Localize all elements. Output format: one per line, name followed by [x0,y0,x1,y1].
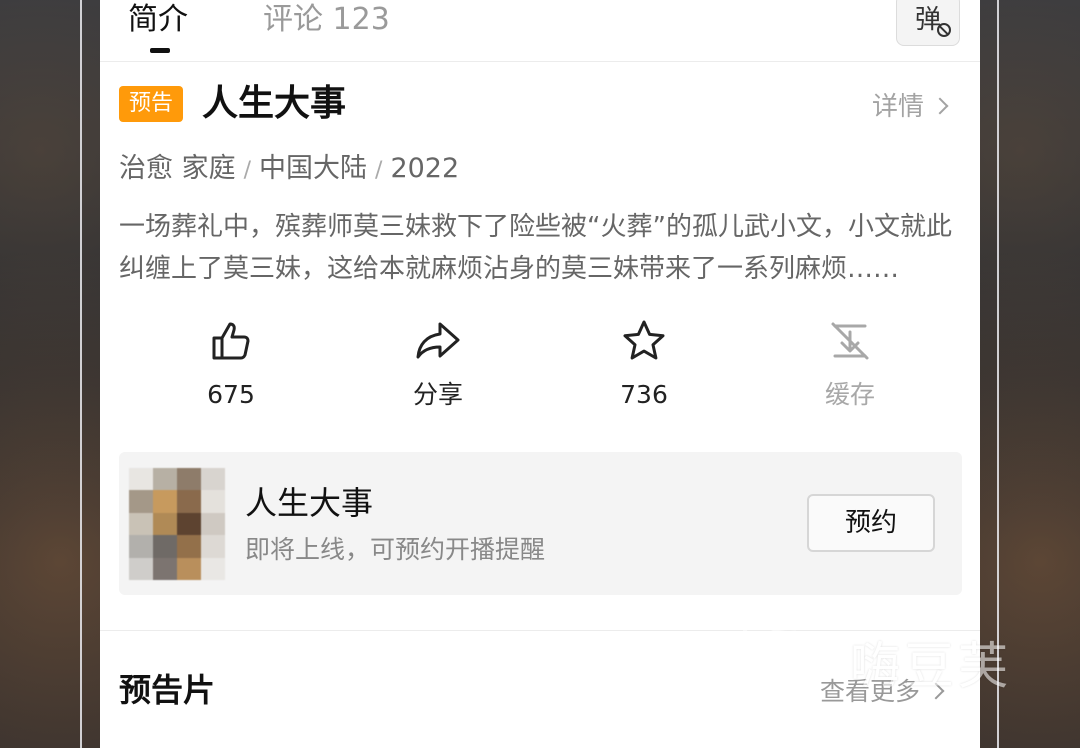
movie-title: 人生大事 [202,83,347,124]
reserve-button[interactable]: 预约 [807,494,935,552]
danmaku-toggle-button[interactable]: 弹 [896,0,960,46]
movie-meta: 治愈 家庭 / 中国大陆 / 2022 [119,150,459,190]
tab-intro[interactable]: 简介 [128,0,188,40]
cache-disabled-icon [831,322,869,360]
synopsis[interactable]: 一场葬礼中，殡葬师莫三妹救下了险些被“火葬”的孤儿武小文，小文就此纠缠上了莫三妹… [119,206,961,290]
genres: 治愈 家庭 [119,153,236,184]
watermark-logo-icon [742,609,821,707]
favorite-button[interactable]: 736 [574,318,714,412]
tab-comments[interactable]: 评论 123 [263,0,390,40]
tab-active-indicator [150,48,170,53]
like-count: 675 [207,380,255,409]
danmaku-off-icon [937,23,951,37]
share-arrow-icon [416,322,460,359]
like-button[interactable]: 675 [161,318,301,412]
reservation-subtitle: 即将上线，可预约开播提醒 [245,535,546,564]
watermark-text: 嗨豆芙 [850,637,1012,695]
details-link[interactable]: 详情 [872,88,949,126]
thumbs-up-icon [212,322,250,360]
meta-separator: / [375,158,383,183]
tab-bar: 简介 评论 123 弹 [100,0,980,62]
cache-label: 缓存 [824,380,875,409]
region: 中国大陆 [259,153,368,184]
trailer-badge: 预告 [119,86,183,122]
star-icon [623,320,665,360]
reservation-card: 人生大事 即将上线，可预约开播提醒 预约 [119,452,962,595]
share-button[interactable]: 分享 [368,318,508,412]
details-label: 详情 [872,92,925,122]
poster-thumbnail [129,468,225,580]
share-label: 分享 [412,380,463,409]
meta-separator: / [243,158,252,183]
favorite-count: 736 [620,380,668,409]
cache-button[interactable]: 缓存 [780,318,920,412]
chevron-right-icon [931,97,949,115]
trailers-section-title: 预告片 [119,671,216,709]
watermark: 嗨豆芙 [730,600,1060,720]
year: 2022 [390,153,460,184]
background-left [0,0,100,748]
reservation-title: 人生大事 [245,484,374,522]
frame-line-left [80,0,82,748]
